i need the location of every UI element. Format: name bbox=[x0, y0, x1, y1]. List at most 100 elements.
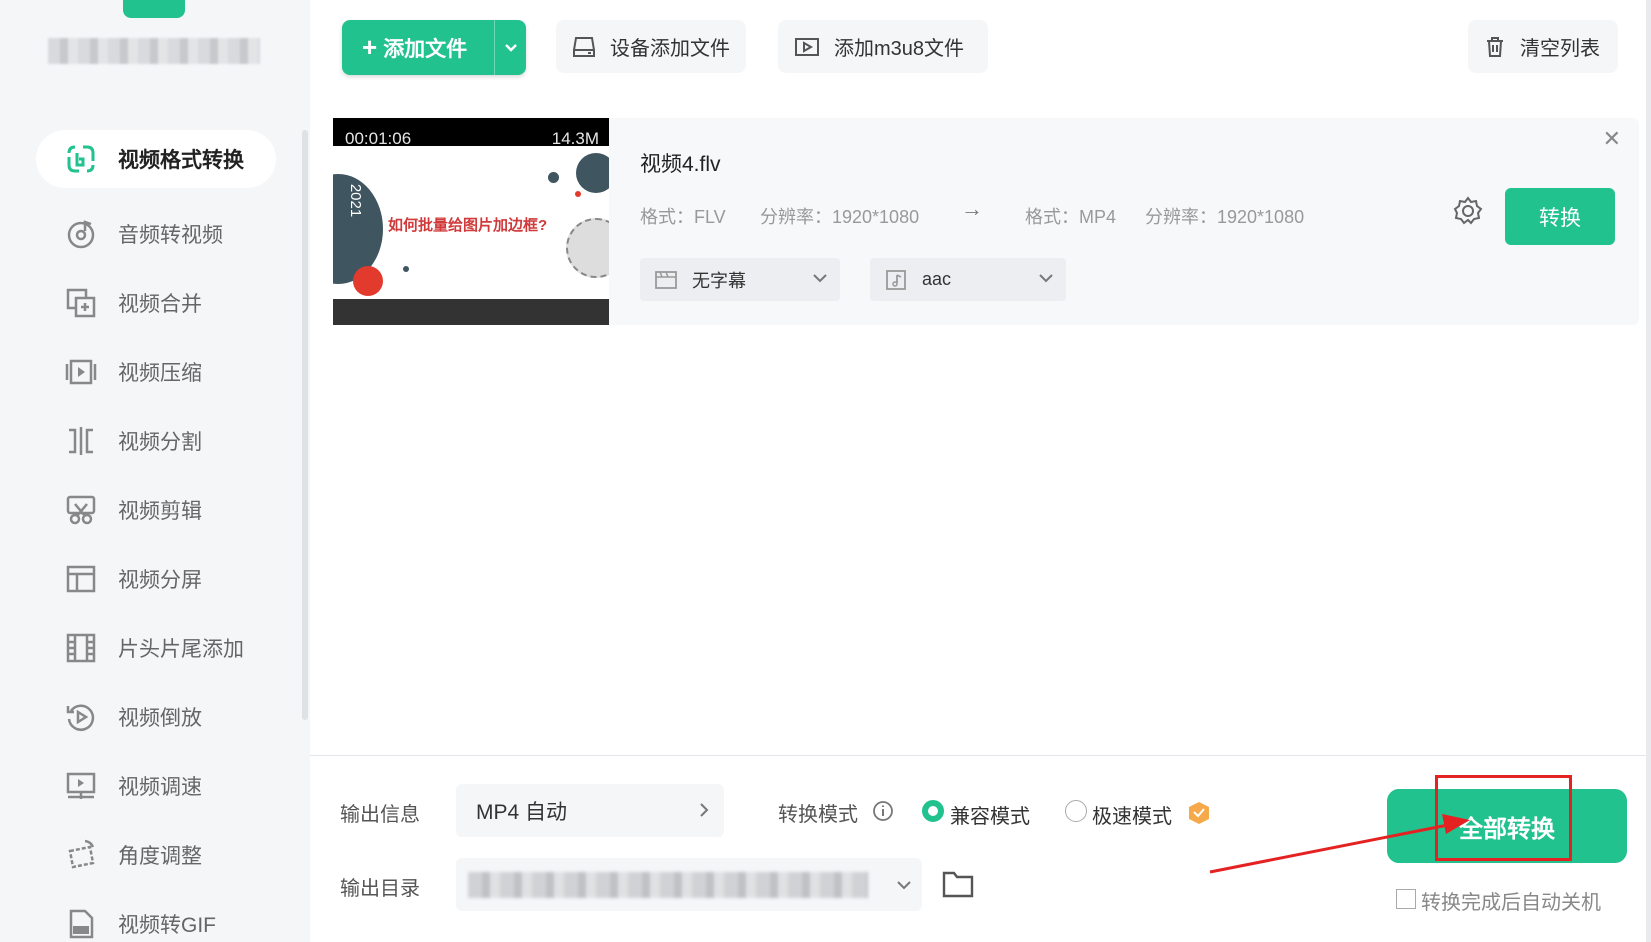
sidebar-item-gif[interactable]: 视频转GIF bbox=[36, 889, 276, 942]
sidebar-item-label: 角度调整 bbox=[118, 844, 202, 868]
output-info-label: 输出信息 bbox=[340, 804, 420, 826]
target-resolution: 分辨率：1920*1080 bbox=[1145, 207, 1305, 227]
audio-value: aac bbox=[922, 269, 952, 289]
add-m3u8-button[interactable]: 添加m3u8文件 bbox=[778, 20, 988, 73]
sidebar-item-compress[interactable]: 视频压缩 bbox=[36, 337, 276, 406]
plus-icon: + bbox=[362, 32, 378, 62]
main-scrollbar[interactable] bbox=[1646, 0, 1651, 942]
subtitle-value: 无字幕 bbox=[692, 270, 746, 291]
sidebar-item-edit[interactable]: 视频剪辑 bbox=[36, 475, 276, 544]
subtitle-icon bbox=[655, 270, 677, 289]
film-icon bbox=[64, 631, 98, 665]
fast-mode-label[interactable]: 极速模式 bbox=[1092, 800, 1172, 829]
add-file-dropdown-button[interactable] bbox=[494, 20, 526, 75]
add-m3u8-label: 添加m3u8文件 bbox=[834, 38, 965, 60]
device-add-file-button[interactable]: 设备添加文件 bbox=[556, 20, 746, 73]
thumbnail-dot bbox=[566, 218, 609, 278]
fast-mode-radio[interactable] bbox=[1065, 800, 1087, 822]
sidebar-item-label: 片头片尾添加 bbox=[118, 637, 244, 661]
scissors-icon bbox=[64, 493, 98, 527]
chevron-down-icon bbox=[813, 274, 827, 283]
sidebar-item-split-screen[interactable]: 视频分屏 bbox=[36, 544, 276, 613]
gif-icon bbox=[64, 907, 98, 941]
audio-track-icon bbox=[886, 269, 906, 290]
video-size: 14.3M bbox=[551, 129, 599, 148]
output-format-value: MP4 自动 bbox=[476, 800, 568, 824]
auto-shutdown-label[interactable]: 转换完成后自动关机 bbox=[1421, 886, 1601, 915]
source-resolution: 分辨率：1920*1080 bbox=[760, 207, 920, 227]
bottom-divider bbox=[310, 755, 1651, 756]
video-thumbnail[interactable]: 00:01:06 14.3M 2021 如何批量给图片加边框? bbox=[333, 118, 609, 325]
arrow-right-icon: → bbox=[961, 196, 983, 221]
auto-shutdown-checkbox[interactable] bbox=[1396, 889, 1416, 909]
compatible-mode-radio[interactable] bbox=[922, 800, 944, 822]
sidebar: 视频格式转换 音频转视频 视频合并 视频压缩 视频分割 视频剪辑 视频分屏 片头… bbox=[0, 0, 310, 942]
sidebar-item-speed[interactable]: 视频调速 bbox=[36, 751, 276, 820]
clear-list-label: 清空列表 bbox=[1520, 38, 1600, 60]
sidebar-item-merge[interactable]: 视频合并 bbox=[36, 268, 276, 337]
video-duration: 00:01:06 bbox=[345, 129, 412, 148]
source-format: 格式：FLV bbox=[640, 207, 726, 227]
sidebar-item-label: 视频合并 bbox=[118, 292, 202, 316]
chevron-down-icon bbox=[504, 43, 517, 52]
thumbnail-title: 如何批量给图片加边框? bbox=[388, 217, 548, 234]
nav-list: 视频格式转换 音频转视频 视频合并 视频压缩 视频分割 视频剪辑 视频分屏 片头… bbox=[36, 130, 276, 942]
audio-select[interactable]: aac bbox=[870, 258, 1066, 301]
sidebar-item-label: 视频分屏 bbox=[118, 568, 202, 592]
sidebar-item-rotate[interactable]: 角度调整 bbox=[36, 820, 276, 889]
sidebar-item-intro-outro[interactable]: 片头片尾添加 bbox=[36, 613, 276, 682]
sidebar-item-reverse[interactable]: 视频倒放 bbox=[36, 682, 276, 751]
output-dir-select[interactable] bbox=[456, 858, 922, 911]
chevron-down-icon bbox=[897, 881, 911, 890]
gear-icon[interactable] bbox=[1453, 196, 1483, 231]
mode-label: 转换模式 bbox=[778, 804, 858, 826]
sidebar-item-audio-to-video[interactable]: 音频转视频 bbox=[36, 199, 276, 268]
video-play-icon bbox=[795, 37, 819, 56]
thumbnail-dot bbox=[576, 153, 609, 193]
compress-icon bbox=[64, 355, 98, 389]
add-file-label: 添加文件 bbox=[383, 37, 468, 61]
folder-icon[interactable] bbox=[942, 869, 974, 904]
info-icon[interactable] bbox=[872, 800, 894, 827]
file-name: 视频4.flv bbox=[640, 153, 721, 176]
reverse-icon bbox=[64, 700, 98, 734]
output-dir-label: 输出目录 bbox=[340, 878, 420, 900]
thumbnail-dot bbox=[403, 266, 409, 272]
clear-list-button[interactable]: 清空列表 bbox=[1468, 20, 1618, 73]
chevron-down-icon bbox=[1039, 274, 1053, 283]
trash-icon bbox=[1487, 36, 1503, 57]
sidebar-scrollbar[interactable] bbox=[302, 130, 308, 720]
thumbnail-dot bbox=[353, 266, 383, 296]
sidebar-item-split[interactable]: 视频分割 bbox=[36, 406, 276, 475]
add-file-button[interactable]: + 添加文件 bbox=[342, 20, 526, 75]
device-icon bbox=[573, 36, 595, 57]
sidebar-item-label: 音频转视频 bbox=[118, 223, 223, 247]
sidebar-item-label: 视频倒放 bbox=[118, 706, 202, 730]
audio-to-video-icon bbox=[64, 217, 98, 251]
sidebar-item-label: 视频格式转换 bbox=[118, 149, 244, 172]
sidebar-item-label: 视频剪辑 bbox=[118, 499, 202, 523]
close-icon[interactable]: ✕ bbox=[1603, 126, 1621, 152]
sidebar-item-label: 视频分割 bbox=[118, 430, 202, 454]
annotation-highlight-box bbox=[1435, 775, 1572, 861]
file-card[interactable]: 00:01:06 14.3M 2021 如何批量给图片加边框? 视频4.flv … bbox=[333, 118, 1639, 325]
chevron-right-icon bbox=[700, 803, 709, 817]
subtitle-select[interactable]: 无字幕 bbox=[640, 258, 840, 301]
target-format: 格式：MP4 bbox=[1025, 207, 1117, 227]
vip-badge-icon bbox=[1188, 801, 1210, 830]
toolbar: + 添加文件 设备添加文件 添加m3u8文件 清空列表 bbox=[310, 0, 1651, 105]
rotate-icon bbox=[64, 838, 98, 872]
sidebar-item-label: 视频调速 bbox=[118, 775, 202, 799]
merge-icon bbox=[64, 286, 98, 320]
sidebar-item-label: 视频压缩 bbox=[118, 361, 202, 385]
compatible-mode-label[interactable]: 兼容模式 bbox=[950, 800, 1030, 829]
app-logo-icon bbox=[123, 0, 185, 18]
convert-button[interactable]: 转换 bbox=[1505, 188, 1615, 245]
split-screen-icon bbox=[64, 562, 98, 596]
sidebar-item-format-convert[interactable]: 视频格式转换 bbox=[36, 130, 276, 188]
output-format-select[interactable]: MP4 自动 bbox=[456, 784, 724, 837]
thumbnail-bottom-bar bbox=[333, 299, 609, 325]
thumbnail-info-bar: 00:01:06 14.3M bbox=[333, 118, 609, 148]
thumbnail-year: 2021 bbox=[347, 183, 365, 218]
format-convert-icon bbox=[64, 142, 98, 176]
